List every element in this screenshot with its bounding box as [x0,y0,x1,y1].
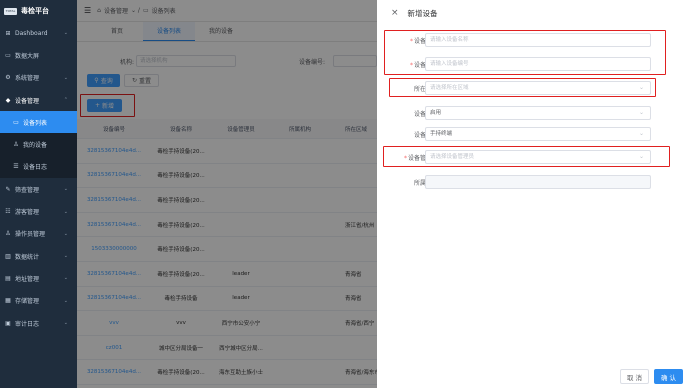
logo-icon: TOTAL [4,7,17,15]
chevron-icon: ⌄ [63,30,68,37]
chevron-icon: ⌄ [63,297,68,304]
sidebar-item-icon: ▭ [5,51,11,59]
highlight-box-admin [383,146,670,167]
chevron-icon: ⌄ [63,320,68,326]
sidebar-item-label: 数据统计 [15,253,40,261]
sidebar-item-icon: ▥ [5,252,11,260]
chevron-icon: ⌄ [63,275,68,282]
sidebar: TOTAL 毒检平台 ⊞ Dashboard ⌄ ▭ 数据大屏 ⚙ 系统管理 ⌄ ◆ 设备管理 ⌃ ▭… [0,0,77,388]
sidebar-item[interactable]: ♙ 操作员管理 ⌄ [0,223,77,245]
sidebar-item-label: 设备管理 [15,97,40,105]
sidebar-item[interactable]: ✎ 筛查管理 ⌄ [0,178,77,200]
sidebar-item-icon: ⚙ [5,74,11,82]
add-device-drawer: × 新增设备 *设备名称:请输入设备名称*设备编号:请输入设备编号所在区域:请选… [377,0,692,388]
form-row-org: 所属机构: [377,175,692,191]
chevron-icon: ⌄ [63,74,68,81]
chevron-icon: ⌄ [63,186,68,193]
confirm-button[interactable]: 确 认 [654,369,683,384]
sidebar-item[interactable]: ▭ 数据大屏 [0,44,77,66]
sidebar-item-label: Dashboard [15,29,48,37]
device-status-value: 启用 [430,110,442,116]
sidebar-item[interactable]: ▭ 设备列表 [0,111,77,134]
sidebar-item-label: 数据大屏 [15,52,40,60]
sidebar-item[interactable]: ◆ 设备管理 ⌃ [0,89,77,111]
sidebar-item-icon: ▣ [5,319,11,327]
form-row-device-status: 设备状态:启用⌄ [377,106,692,122]
sidebar-item[interactable]: ▤ 地址管理 ⌄ [0,267,77,289]
device-type-value: 手持终端 [430,131,453,137]
sidebar-item-label: 我的设备 [23,142,48,150]
drawer-title: 新增设备 [407,8,438,18]
sidebar-item[interactable]: ▦ 存储管理 ⌄ [0,290,77,312]
chevron-down-icon: ⌄ [638,130,644,137]
chevron-down-icon: ⌄ [638,109,644,116]
highlight-box-region [389,78,656,97]
chevron-icon: ⌄ [63,208,68,215]
form-row-device-type: 设备类型:手持终端⌄ [377,127,692,143]
sidebar-item[interactable]: ♙ 我的设备 [0,133,77,156]
sidebar-menu: ⊞ Dashboard ⌄ ▭ 数据大屏 ⚙ 系统管理 ⌄ ◆ 设备管理 ⌃ ▭ 设备列表 ♙ 我的设备 ☰ 设… [0,22,77,334]
drawer-header: × 新增设备 [377,0,692,26]
close-icon[interactable]: × [391,8,399,18]
sidebar-item-label: 系统管理 [15,75,40,83]
sidebar-item[interactable]: ☷ 游客管理 ⌄ [0,200,77,222]
sidebar-item-icon: ☰ [13,163,19,171]
sidebar-item[interactable]: ⊞ Dashboard ⌄ [0,22,77,44]
sidebar-item-icon: ♙ [13,141,19,149]
sidebar-item-label: 地址管理 [15,275,40,283]
app-title: 毒检平台 [21,7,49,15]
sidebar-item-label: 设备列表 [23,119,48,127]
highlight-box-name-code [384,30,666,75]
device-type-select[interactable]: 手持终端 ⌄ [425,127,651,141]
sidebar-item-icon: ⊞ [5,29,11,37]
device-status-select[interactable]: 启用 ⌄ [425,106,651,120]
sidebar-item[interactable]: ⚙ 系统管理 ⌄ [0,67,77,89]
cancel-button[interactable]: 取 消 [620,369,649,384]
chevron-icon: ⌃ [63,97,68,104]
sidebar-item-icon: ♙ [5,230,11,238]
org-input [425,175,651,189]
sidebar-item-icon: ▤ [5,274,11,282]
sidebar-item-label: 操作员管理 [15,231,46,239]
sidebar-item-label: 设备日志 [23,164,48,172]
modal-overlay[interactable] [77,0,377,388]
chevron-icon: ⌄ [63,253,68,260]
sidebar-item-icon: ◆ [5,96,11,104]
sidebar-item[interactable]: ▥ 数据统计 ⌄ [0,245,77,267]
sidebar-item-icon: ▭ [13,118,19,126]
chevron-icon: ⌄ [63,230,68,237]
sidebar-item-icon: ✎ [5,185,11,193]
logo: TOTAL 毒检平台 [0,0,77,22]
sidebar-item-icon: ▦ [5,297,11,305]
sidebar-item[interactable]: ☰ 设备日志 [0,155,77,179]
sidebar-item-icon: ☷ [5,208,11,216]
sidebar-item-label: 游客管理 [15,209,40,217]
sidebar-item-label: 筛查管理 [15,186,40,194]
app-root: TOTAL 毒检平台 ⊞ Dashboard ⌄ ▭ 数据大屏 ⚙ 系统管理 ⌄ ◆ 设备管理 ⌃ ▭… [0,0,692,388]
sidebar-item-label: 审计日志 [15,320,40,328]
sidebar-item[interactable]: ▣ 审计日志 ⌄ [0,312,77,334]
sidebar-item-label: 存储管理 [15,298,40,306]
